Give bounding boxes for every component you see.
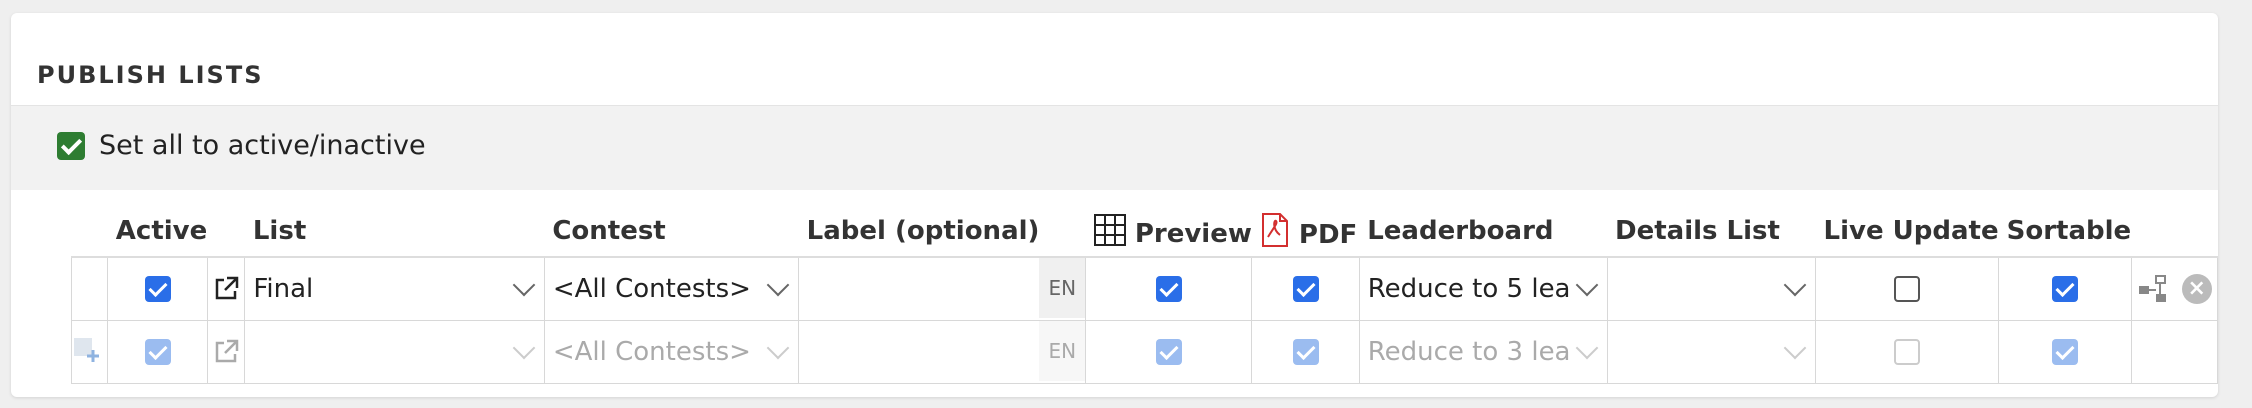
header-sortable: Sortable: [1998, 206, 2132, 258]
set-all-toggle[interactable]: Set all to active/inactive: [57, 130, 426, 161]
active-checkbox[interactable]: [144, 276, 171, 302]
language-badge[interactable]: EN: [1039, 258, 1086, 318]
header-contest: Contest: [544, 206, 799, 258]
external-link-icon[interactable]: [213, 339, 239, 365]
table-row: <All Contests> EN Reduce to 3 lea: [70, 320, 2218, 384]
header-pdf: PDF: [1251, 206, 1360, 258]
chevron-down-icon: [512, 336, 536, 360]
contest-select[interactable]: <All Contests>: [543, 256, 800, 321]
chevron-down-icon: [1783, 273, 1807, 297]
external-link-icon[interactable]: [213, 276, 239, 302]
table-row: Final <All Contests> EN Reduce to 5 lea …: [70, 256, 2218, 321]
contest-select[interactable]: <All Contests>: [543, 320, 800, 384]
label-input[interactable]: EN: [798, 320, 1087, 384]
chevron-down-icon: [1783, 336, 1807, 360]
toolbar: Set all to active/inactive: [11, 105, 2218, 190]
contest-select-value: <All Contests>: [552, 337, 751, 367]
header-live-update: Live Update: [1815, 206, 1999, 258]
active-checkbox[interactable]: [144, 339, 171, 365]
language-badge[interactable]: EN: [1039, 321, 1086, 381]
add-row-icon[interactable]: [72, 334, 102, 364]
live-update-checkbox[interactable]: [1894, 276, 1921, 302]
header-details-list: Details List: [1607, 206, 1816, 258]
publish-lists-table: Active List Contest Label (optional) Pre…: [70, 206, 2218, 384]
pdf-checkbox[interactable]: [1292, 276, 1319, 302]
chevron-down-icon: [766, 336, 790, 360]
list-select[interactable]: Final: [244, 256, 545, 321]
flow-diagram-icon[interactable]: [2138, 274, 2174, 304]
preview-checkbox[interactable]: [1155, 339, 1182, 365]
preview-checkbox[interactable]: [1155, 276, 1182, 302]
details-list-select[interactable]: [1606, 320, 1817, 384]
leaderboard-select[interactable]: Reduce to 3 lea: [1358, 320, 1608, 384]
pdf-icon: [1261, 212, 1288, 247]
set-all-label: Set all to active/inactive: [99, 130, 426, 161]
chevron-down-icon: [766, 273, 790, 297]
list-select[interactable]: [244, 320, 545, 384]
table-header: Active List Contest Label (optional) Pre…: [71, 206, 2218, 258]
leaderboard-select-value: Reduce to 3 lea: [1367, 337, 1571, 367]
list-select-value: Final: [253, 274, 314, 304]
set-all-checkbox[interactable]: [57, 131, 85, 160]
chevron-down-icon: [1575, 336, 1598, 360]
label-input[interactable]: EN: [798, 256, 1087, 321]
header-preview: Preview: [1085, 206, 1252, 258]
panel-title: PUBLISH LISTS: [37, 61, 264, 89]
leaderboard-select-value: Reduce to 5 lea: [1367, 274, 1571, 304]
remove-icon[interactable]: ×: [2181, 274, 2212, 304]
chevron-down-icon: [512, 273, 536, 297]
chevron-down-icon: [1575, 273, 1598, 297]
contest-select-value: <All Contests>: [552, 274, 751, 304]
leaderboard-select[interactable]: Reduce to 5 lea: [1358, 256, 1608, 321]
table-grid-icon: [1093, 213, 1126, 246]
header-active: Active: [107, 206, 208, 258]
sortable-checkbox[interactable]: [2051, 339, 2078, 365]
header-leaderboard: Leaderboard: [1359, 206, 1607, 258]
publish-lists-panel: PUBLISH LISTS Set all to active/inactive…: [11, 13, 2218, 397]
pdf-checkbox[interactable]: [1292, 339, 1319, 365]
live-update-checkbox[interactable]: [1894, 339, 1921, 365]
details-list-select[interactable]: [1606, 256, 1817, 321]
sortable-checkbox[interactable]: [2051, 276, 2078, 302]
header-list: List: [244, 206, 545, 258]
header-label: Label (optional): [798, 206, 1086, 258]
